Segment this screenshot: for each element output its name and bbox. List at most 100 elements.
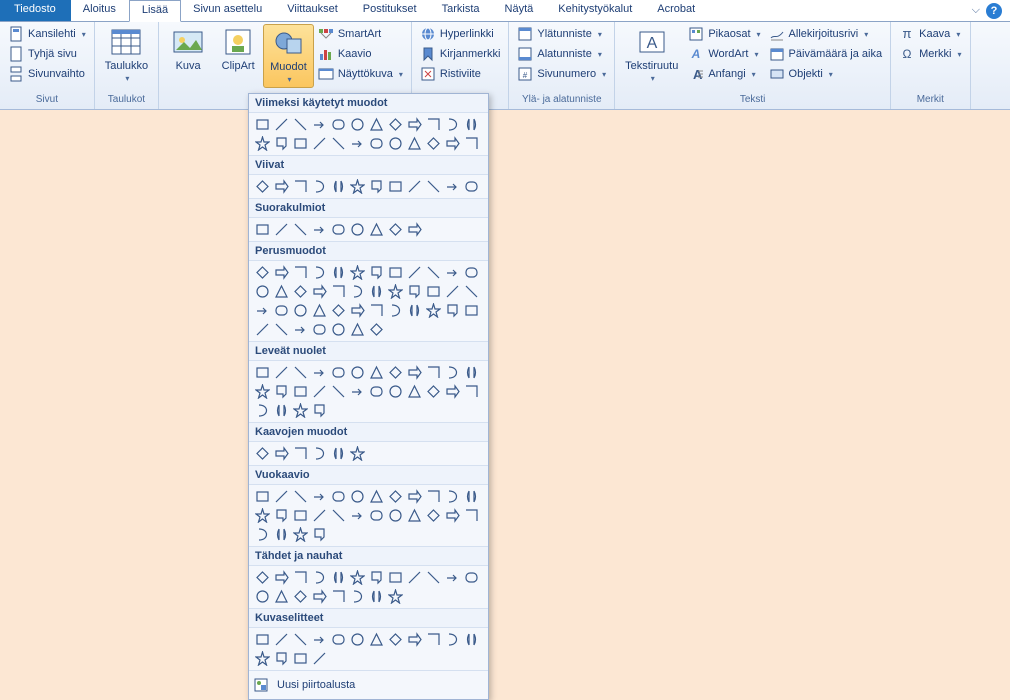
shape-item[interactable] xyxy=(310,568,329,587)
shape-item[interactable] xyxy=(291,220,310,239)
shape-item[interactable] xyxy=(405,282,424,301)
shape-item[interactable] xyxy=(253,282,272,301)
shape-item[interactable] xyxy=(329,363,348,382)
shape-item[interactable] xyxy=(291,134,310,153)
btn-kuva[interactable]: Kuva xyxy=(163,24,213,74)
shape-item[interactable] xyxy=(272,444,291,463)
shape-item[interactable] xyxy=(253,134,272,153)
shape-item[interactable] xyxy=(329,630,348,649)
shape-item[interactable] xyxy=(367,487,386,506)
shape-item[interactable] xyxy=(291,649,310,668)
shape-item[interactable] xyxy=(405,382,424,401)
shape-item[interactable] xyxy=(329,444,348,463)
shape-item[interactable] xyxy=(291,630,310,649)
shape-item[interactable] xyxy=(291,587,310,606)
shape-item[interactable] xyxy=(348,382,367,401)
shape-item[interactable] xyxy=(386,568,405,587)
shape-item[interactable] xyxy=(253,525,272,544)
shape-item[interactable] xyxy=(367,115,386,134)
shape-item[interactable] xyxy=(462,301,481,320)
shape-item[interactable] xyxy=(386,282,405,301)
shape-item[interactable] xyxy=(462,134,481,153)
shape-item[interactable] xyxy=(329,301,348,320)
shape-item[interactable] xyxy=(272,587,291,606)
shape-item[interactable] xyxy=(310,587,329,606)
shape-item[interactable] xyxy=(310,506,329,525)
shape-item[interactable] xyxy=(367,587,386,606)
shape-item[interactable] xyxy=(405,263,424,282)
shape-item[interactable] xyxy=(424,263,443,282)
shape-item[interactable] xyxy=(291,525,310,544)
shape-item[interactable] xyxy=(424,115,443,134)
shape-item[interactable] xyxy=(462,568,481,587)
btn-ristiviite[interactable]: Ristiviite xyxy=(416,64,505,84)
shape-item[interactable] xyxy=(424,363,443,382)
shape-item[interactable] xyxy=(367,568,386,587)
shapes-new-canvas[interactable]: Uusi piirtoalusta xyxy=(249,670,488,699)
btn-allekirjoitusrivi[interactable]: Allekirjoitusrivi▾ xyxy=(765,24,887,44)
shape-item[interactable] xyxy=(329,382,348,401)
shape-item[interactable] xyxy=(272,630,291,649)
shape-item[interactable] xyxy=(386,363,405,382)
minimize-ribbon-icon[interactable]: ⌵ xyxy=(972,4,980,17)
shape-item[interactable] xyxy=(272,301,291,320)
btn-smartart[interactable]: SmartArt xyxy=(314,24,407,44)
shape-item[interactable] xyxy=(272,525,291,544)
shape-item[interactable] xyxy=(443,568,462,587)
shape-item[interactable] xyxy=(291,301,310,320)
shape-item[interactable] xyxy=(367,282,386,301)
shape-item[interactable] xyxy=(272,401,291,420)
shape-item[interactable] xyxy=(253,382,272,401)
shape-item[interactable] xyxy=(310,263,329,282)
shape-item[interactable] xyxy=(253,177,272,196)
shape-item[interactable] xyxy=(405,630,424,649)
shape-item[interactable] xyxy=(443,177,462,196)
btn-taulukko[interactable]: Taulukko▾ xyxy=(99,24,154,86)
shape-item[interactable] xyxy=(348,587,367,606)
shape-item[interactable] xyxy=(386,134,405,153)
shape-item[interactable] xyxy=(291,382,310,401)
shape-item[interactable] xyxy=(348,115,367,134)
shape-item[interactable] xyxy=(348,263,367,282)
shape-item[interactable] xyxy=(253,649,272,668)
shape-item[interactable] xyxy=(329,220,348,239)
tab-lisaa[interactable]: Lisää xyxy=(129,0,181,22)
shape-item[interactable] xyxy=(424,282,443,301)
shape-item[interactable] xyxy=(310,220,329,239)
shape-item[interactable] xyxy=(462,177,481,196)
shape-item[interactable] xyxy=(367,506,386,525)
shape-item[interactable] xyxy=(462,263,481,282)
shape-item[interactable] xyxy=(329,115,348,134)
shape-item[interactable] xyxy=(386,487,405,506)
shape-item[interactable] xyxy=(329,487,348,506)
btn-merkki[interactable]: Ω Merkki▾ xyxy=(895,44,965,64)
shape-item[interactable] xyxy=(253,320,272,339)
shape-item[interactable] xyxy=(310,320,329,339)
shape-item[interactable] xyxy=(405,487,424,506)
shape-item[interactable] xyxy=(253,401,272,420)
shape-item[interactable] xyxy=(367,382,386,401)
tab-aloitus[interactable]: Aloitus xyxy=(71,0,129,21)
shape-item[interactable] xyxy=(348,320,367,339)
shape-item[interactable] xyxy=(310,282,329,301)
shape-item[interactable] xyxy=(424,382,443,401)
shape-item[interactable] xyxy=(253,363,272,382)
btn-kaava[interactable]: π Kaava▾ xyxy=(895,24,965,44)
shape-item[interactable] xyxy=(405,134,424,153)
shape-item[interactable] xyxy=(272,382,291,401)
shape-item[interactable] xyxy=(405,115,424,134)
btn-ylatunniste[interactable]: Ylätunniste▾ xyxy=(513,24,610,44)
tab-postitukset[interactable]: Postitukset xyxy=(351,0,430,21)
shape-item[interactable] xyxy=(272,134,291,153)
shape-item[interactable] xyxy=(405,177,424,196)
shape-item[interactable] xyxy=(348,568,367,587)
shape-item[interactable] xyxy=(367,630,386,649)
shape-item[interactable] xyxy=(310,301,329,320)
shape-item[interactable] xyxy=(348,301,367,320)
shape-item[interactable] xyxy=(291,263,310,282)
shape-item[interactable] xyxy=(291,487,310,506)
btn-tyhja-sivu[interactable]: Tyhjä sivu xyxy=(4,44,90,64)
shape-item[interactable] xyxy=(424,487,443,506)
shape-item[interactable] xyxy=(443,487,462,506)
shape-item[interactable] xyxy=(253,444,272,463)
